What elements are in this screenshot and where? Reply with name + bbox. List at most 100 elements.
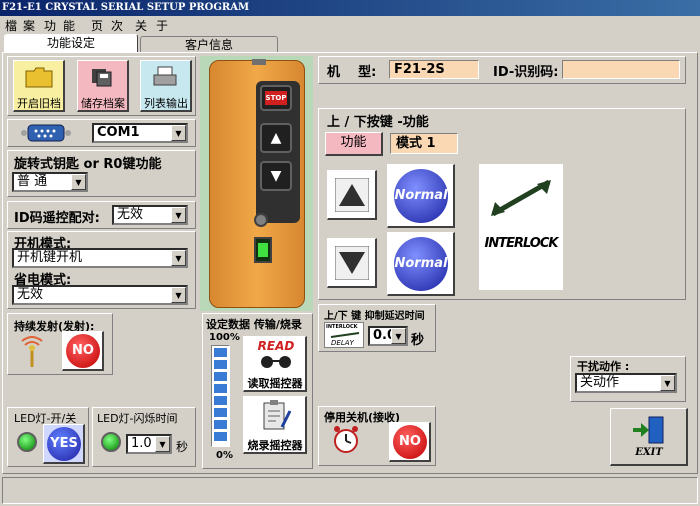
updown-title: 上 / 下按键 -功能 xyxy=(327,115,429,130)
menu-item-3[interactable]: 功 xyxy=(44,17,56,34)
model-label: 机 型: xyxy=(327,65,377,80)
folder-icon xyxy=(25,67,53,88)
save-file-label: 储存档案 xyxy=(81,97,125,110)
transfer-label: 设定数据 传输/烧录 xyxy=(206,318,302,331)
model-field[interactable]: F21-2S xyxy=(389,60,479,79)
progress-top-label: 100% xyxy=(209,332,240,343)
led-onoff-state: YES xyxy=(47,427,81,461)
chevron-down-icon: ▼ xyxy=(171,207,186,223)
menu-item-1[interactable]: 檔 xyxy=(5,17,17,34)
rotary-label: 旋转式钥匙 or R0键功能 xyxy=(14,157,162,172)
clipboard-pen-icon xyxy=(263,400,292,430)
interference-value: 关动作 xyxy=(580,375,620,390)
transfer-progress-bar xyxy=(211,345,230,447)
delay-icon: INTERLOCK DELAY xyxy=(324,322,364,348)
led-onoff-button[interactable]: YES xyxy=(43,424,85,464)
startup-value: 开机键开机 xyxy=(17,250,83,265)
menu-item-4[interactable]: 能 xyxy=(63,17,75,34)
delay-label: 上/下 键 抑制延迟时间 xyxy=(324,311,425,322)
chevron-down-icon: ▼ xyxy=(171,287,186,303)
up-triangle-icon xyxy=(335,178,369,212)
remote-led-window xyxy=(254,237,272,263)
disk-stack-icon xyxy=(92,69,112,87)
menu-item-5[interactable]: 页 xyxy=(91,17,103,34)
remote-led-icon xyxy=(258,243,268,257)
id-code-label: ID-识别码: xyxy=(493,65,559,80)
menu-item-2[interactable]: 案 xyxy=(23,17,35,34)
power-save-value: 无效 xyxy=(17,287,44,302)
interference-select[interactable]: 关动作 ▼ xyxy=(575,373,677,393)
down-normal-state: Normal xyxy=(394,237,448,291)
down-normal-button[interactable]: Normal xyxy=(387,232,455,296)
remote-up-key-icon: ▲ xyxy=(260,123,292,153)
remote-stop-key: STOP xyxy=(260,85,292,111)
antenna-signal-icon xyxy=(21,336,43,367)
up-normal-state: Normal xyxy=(394,169,448,223)
open-file-button[interactable]: 开启旧档 xyxy=(13,60,65,112)
stop-off-button[interactable]: NO xyxy=(389,422,431,462)
remote-down-key-icon: ▼ xyxy=(260,161,292,191)
id-code-field[interactable] xyxy=(562,60,680,79)
chevron-down-icon: ▼ xyxy=(171,125,186,141)
stop-off-state: NO xyxy=(393,425,427,459)
print-list-button[interactable]: 列表输出 xyxy=(140,60,192,112)
tab-function-settings[interactable]: 功能设定 xyxy=(4,34,138,53)
function-button[interactable]: 功能 xyxy=(325,132,383,156)
menu-item-6[interactable]: 次 xyxy=(111,17,123,34)
glasses-icon xyxy=(261,356,291,368)
down-key-button[interactable] xyxy=(327,238,377,288)
chevron-down-icon: ▼ xyxy=(171,250,186,266)
startup-select[interactable]: 开机键开机 ▼ xyxy=(12,248,188,268)
led-blink-value: 1.0 xyxy=(131,436,152,451)
up-normal-button[interactable]: Normal xyxy=(387,164,455,228)
rotary-value: 普 通 xyxy=(17,174,48,189)
menu-item-7[interactable]: 关 xyxy=(135,17,147,34)
serial-port-icon xyxy=(21,124,71,142)
id-pair-value: 无效 xyxy=(117,207,144,222)
alarm-clock-icon xyxy=(334,426,358,453)
led-blink-unit: 秒 xyxy=(176,440,189,454)
rotary-select[interactable]: 普 通 ▼ xyxy=(12,172,88,192)
status-bar xyxy=(2,477,698,504)
exit-label: EXIT xyxy=(635,447,663,458)
led-green-icon xyxy=(17,432,37,452)
exit-button[interactable]: EXIT xyxy=(610,408,688,466)
delay-arrow-icon xyxy=(330,332,360,338)
led-blink-select[interactable]: 1.0 ▼ xyxy=(126,434,172,454)
delay-select[interactable]: 0.0 ▼ xyxy=(368,326,408,346)
menu-bar: 檔 案 功 能 页 次 关 于 xyxy=(0,16,700,33)
com-port-select[interactable]: COM1 ▼ xyxy=(92,123,188,143)
power-save-select[interactable]: 无效 ▼ xyxy=(12,285,188,305)
down-triangle-icon xyxy=(335,246,369,280)
led-blink-label: LED灯-闪烁时间 xyxy=(97,412,178,425)
printer-icon xyxy=(153,66,177,86)
id-pair-select[interactable]: 无效 ▼ xyxy=(112,205,188,225)
up-key-button[interactable] xyxy=(327,170,377,220)
remote-control-image: STOP ▲ ▼ xyxy=(209,59,305,308)
save-file-button[interactable]: 储存档案 xyxy=(77,60,129,112)
burn-remote-label: 烧录摇控器 xyxy=(247,439,303,452)
read-remote-button[interactable]: READ 读取摇控器 xyxy=(243,336,307,392)
continuous-toggle-button[interactable]: NO xyxy=(62,331,104,371)
led-blink-icon xyxy=(101,432,121,452)
id-pair-label: ID码遥控配对: xyxy=(14,211,100,226)
chevron-down-icon: ▼ xyxy=(391,328,406,344)
remote-antenna-tip xyxy=(252,59,266,65)
chevron-down-icon: ▼ xyxy=(660,375,675,391)
exit-door-icon xyxy=(633,416,664,444)
interference-label: 干扰动作 : xyxy=(577,360,630,373)
menu-item-8[interactable]: 于 xyxy=(156,17,168,34)
transfer-progress-fill xyxy=(214,348,227,444)
window-title: F21-E1 CRYSTAL SERIAL SETUP PROGRAM xyxy=(0,0,700,16)
delay-unit: 秒 xyxy=(411,333,425,348)
stop-label: STOP xyxy=(265,91,287,105)
burn-remote-button[interactable]: 烧录摇控器 xyxy=(243,396,307,454)
chevron-down-icon: ▼ xyxy=(71,174,86,190)
double-arrow-icon xyxy=(491,179,551,217)
chevron-down-icon: ▼ xyxy=(155,436,170,452)
mode-field: 模式 1 xyxy=(390,133,458,154)
remote-key-switch-icon xyxy=(254,213,268,227)
tab-customer-info[interactable]: 客户信息 xyxy=(140,36,278,53)
delay-icon-top: INTERLOCK xyxy=(326,324,358,330)
interlock-image: INTERLOCK xyxy=(479,164,563,290)
